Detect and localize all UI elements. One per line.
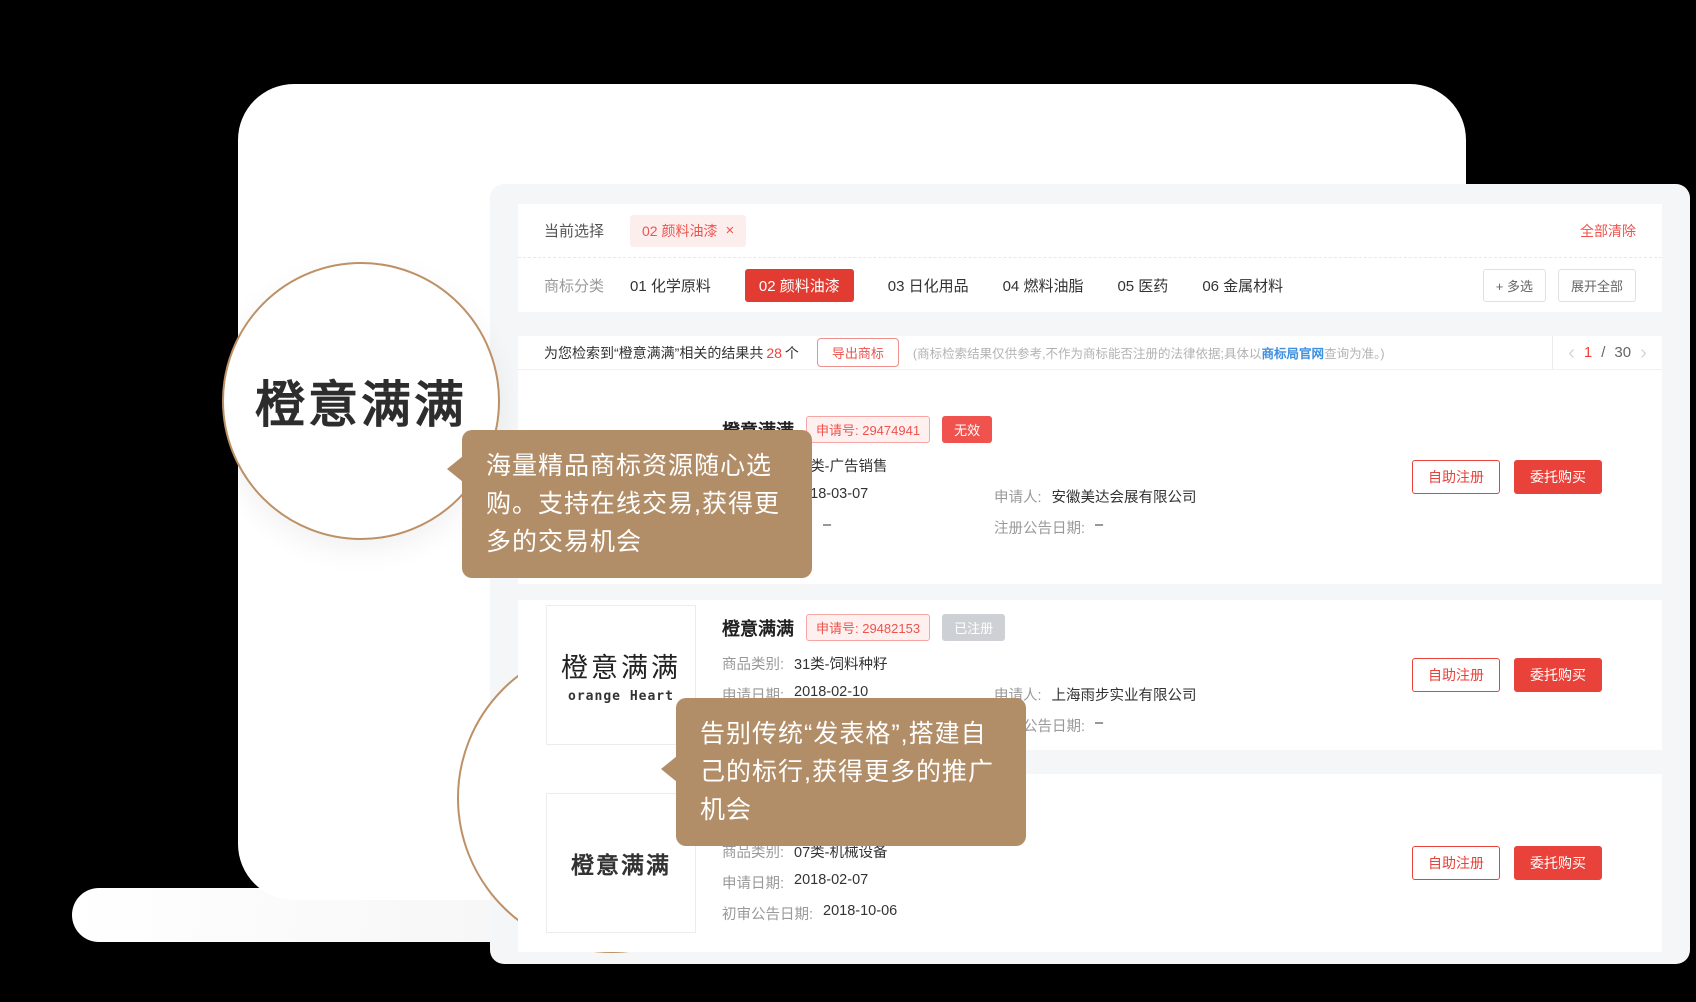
- category-item-02-selected[interactable]: 02 颜料油漆: [745, 269, 854, 302]
- tooltip-arrow-icon: [661, 756, 677, 782]
- magnified-trademark-text: 橙意满满: [255, 365, 467, 437]
- category-label: 商标分类: [544, 275, 604, 296]
- field-label: 注册公告日期:: [994, 517, 1085, 538]
- current-page: 1: [1584, 344, 1592, 361]
- row-3-actions: 自助注册 委托购买: [1412, 846, 1602, 880]
- next-page-icon[interactable]: ›: [1640, 343, 1647, 363]
- field-value: 2018-02-07: [794, 872, 868, 893]
- pagination: ‹ 1 / 30 ›: [1552, 336, 1662, 369]
- category-item-03[interactable]: 03 日化用品: [888, 275, 969, 296]
- field-value: 31类-饲料种籽: [794, 653, 887, 674]
- category-item-04[interactable]: 04 燃料油脂: [1003, 275, 1084, 296]
- results-summary: 为您检索到“橙意满满”相关的结果共28个: [544, 343, 799, 363]
- field-category: 商品类别: 31类-饲料种籽: [722, 653, 994, 674]
- field-label: 初审公告日期:: [722, 903, 813, 924]
- field-value: 安徽美达会展有限公司: [1052, 486, 1197, 507]
- filter-panel: 当前选择 02 颜料油漆 × 全部清除 商标分类 01 化学原料 02 颜料油漆…: [518, 204, 1662, 312]
- category-actions: + 多选 展开全部: [1483, 269, 1636, 302]
- clear-all-link[interactable]: 全部清除: [1580, 221, 1636, 241]
- disclaimer-pre: (商标检索结果仅供参考,不作为商标能否注册的法律依据;具体以: [913, 347, 1262, 361]
- row-2-line-1: 商品类别: 31类-饲料种籽: [722, 653, 1392, 674]
- summary-suffix: 个: [785, 345, 799, 361]
- field-label: 申请日期:: [722, 872, 784, 893]
- field-value: –: [1095, 715, 1103, 736]
- multi-select-button[interactable]: + 多选: [1483, 269, 1546, 302]
- trademark-image-text: 橙意满满: [561, 646, 681, 685]
- row-divider: [518, 584, 1662, 600]
- field-value: 上海雨步实业有限公司: [1052, 684, 1197, 705]
- self-register-button[interactable]: 自助注册: [1412, 460, 1500, 494]
- category-item-06[interactable]: 06 金属材料: [1202, 275, 1283, 296]
- row-3-line-3: 初审公告日期: 2018-10-06: [722, 903, 1392, 924]
- self-register-button[interactable]: 自助注册: [1412, 846, 1500, 880]
- field-label: 申请人:: [994, 486, 1042, 507]
- tooltip-marketplace-text: 海量精品商标资源随心选购。支持在线交易,获得更多的交易机会: [486, 452, 780, 556]
- category-row: 商标分类 01 化学原料 02 颜料油漆 03 日化用品 04 燃料油脂 05 …: [518, 258, 1662, 312]
- category-list: 01 化学原料 02 颜料油漆 03 日化用品 04 燃料油脂 05 医药 06…: [630, 269, 1283, 302]
- marketing-screenshot-stage: 当前选择 02 颜料油漆 × 全部清除 商标分类 01 化学原料 02 颜料油漆…: [0, 0, 1696, 1002]
- total-pages: 30: [1614, 344, 1631, 361]
- entrust-buy-button[interactable]: 委托购买: [1514, 846, 1602, 880]
- selected-filter-tag[interactable]: 02 颜料油漆 ×: [630, 215, 746, 247]
- summary-prefix: 为您检索到“橙意满满”相关的结果共: [544, 345, 763, 361]
- row-1-line-1: 商品类别:35类-广告销售: [722, 455, 1392, 476]
- row-1-actions: 自助注册 委托购买: [1412, 460, 1602, 494]
- row-1-line-3: 初审公告日期:– 注册公告日期:–: [722, 517, 1392, 538]
- field-value: 2018-10-06: [823, 903, 897, 924]
- results-header: 为您检索到“橙意满满”相关的结果共28个 导出商标 (商标检索结果仅供参考,不作…: [518, 336, 1662, 370]
- field-applicant: 申请人: 安徽美达会展有限公司: [994, 486, 1197, 507]
- application-number-tag: 申请号: 29474941: [806, 416, 930, 443]
- row-1-title-line: 橙意满满 申请号: 29474941 无效: [722, 416, 1392, 443]
- page-separator: /: [1601, 344, 1605, 361]
- status-badge-invalid: 无效: [942, 416, 992, 443]
- trademark-image-text: 橙意满满: [571, 846, 671, 880]
- current-selection-label: 当前选择: [544, 220, 604, 241]
- prev-page-icon[interactable]: ‹: [1568, 343, 1575, 363]
- expand-all-button[interactable]: 展开全部: [1558, 269, 1636, 302]
- trademark-name: 橙意满满: [722, 615, 794, 641]
- field-value: –: [1095, 517, 1103, 538]
- tooltip-promotion-text: 告别传统“发表格”,搭建自己的标行,获得更多的推广机会: [700, 720, 994, 824]
- trademark-image-subtext: orange Heart: [568, 689, 674, 704]
- remove-filter-icon[interactable]: ×: [725, 223, 734, 238]
- field-register-announce-date: 注册公告日期:–: [994, 517, 1103, 538]
- magnifier-circle-top: 橙意满满: [222, 262, 500, 540]
- trademark-office-link[interactable]: 商标局官网: [1262, 347, 1325, 361]
- selected-filter-tag-label: 02 颜料油漆: [642, 221, 717, 241]
- current-selection-row: 当前选择 02 颜料油漆 × 全部清除: [518, 204, 1662, 258]
- entrust-buy-button[interactable]: 委托购买: [1514, 460, 1602, 494]
- trademark-image: 橙意满满 orange Heart: [546, 605, 696, 745]
- export-trademark-button[interactable]: 导出商标: [817, 338, 899, 367]
- disclaimer-post: 查询为准。): [1324, 347, 1384, 361]
- field-apply-date: 申请日期: 2018-02-07: [722, 872, 994, 893]
- entrust-buy-button[interactable]: 委托购买: [1514, 658, 1602, 692]
- results-count: 28: [766, 345, 782, 361]
- row-3-line-2: 申请日期: 2018-02-07: [722, 872, 1392, 893]
- tooltip-arrow-icon: [447, 456, 463, 482]
- trademark-image: 橙意满满: [546, 793, 696, 933]
- row-1-details: 橙意满满 申请号: 29474941 无效 商品类别:35类-广告销售 申请日期…: [722, 416, 1392, 538]
- field-value: –: [823, 517, 831, 538]
- row-2-title-line: 橙意满满 申请号: 29482153 已注册: [722, 614, 1392, 641]
- application-number-tag: 申请号: 29482153: [806, 614, 930, 641]
- field-first-announce-date: 初审公告日期: 2018-10-06: [722, 903, 994, 924]
- row-2-actions: 自助注册 委托购买: [1412, 658, 1602, 692]
- category-item-01[interactable]: 01 化学原料: [630, 275, 711, 296]
- category-item-05[interactable]: 05 医药: [1117, 275, 1168, 296]
- row-1-line-2: 申请日期:2018-03-07 申请人:安徽美达会展有限公司: [722, 486, 1392, 507]
- results-disclaimer: (商标检索结果仅供参考,不作为商标能否注册的法律依据;具体以商标局官网查询为准。…: [913, 343, 1385, 362]
- tooltip-promotion: 告别传统“发表格”,搭建自己的标行,获得更多的推广机会: [676, 698, 1026, 846]
- status-badge-registered: 已注册: [942, 614, 1005, 641]
- field-label: 商品类别:: [722, 653, 784, 674]
- tooltip-marketplace: 海量精品商标资源随心选购。支持在线交易,获得更多的交易机会: [462, 430, 812, 578]
- self-register-button[interactable]: 自助注册: [1412, 658, 1500, 692]
